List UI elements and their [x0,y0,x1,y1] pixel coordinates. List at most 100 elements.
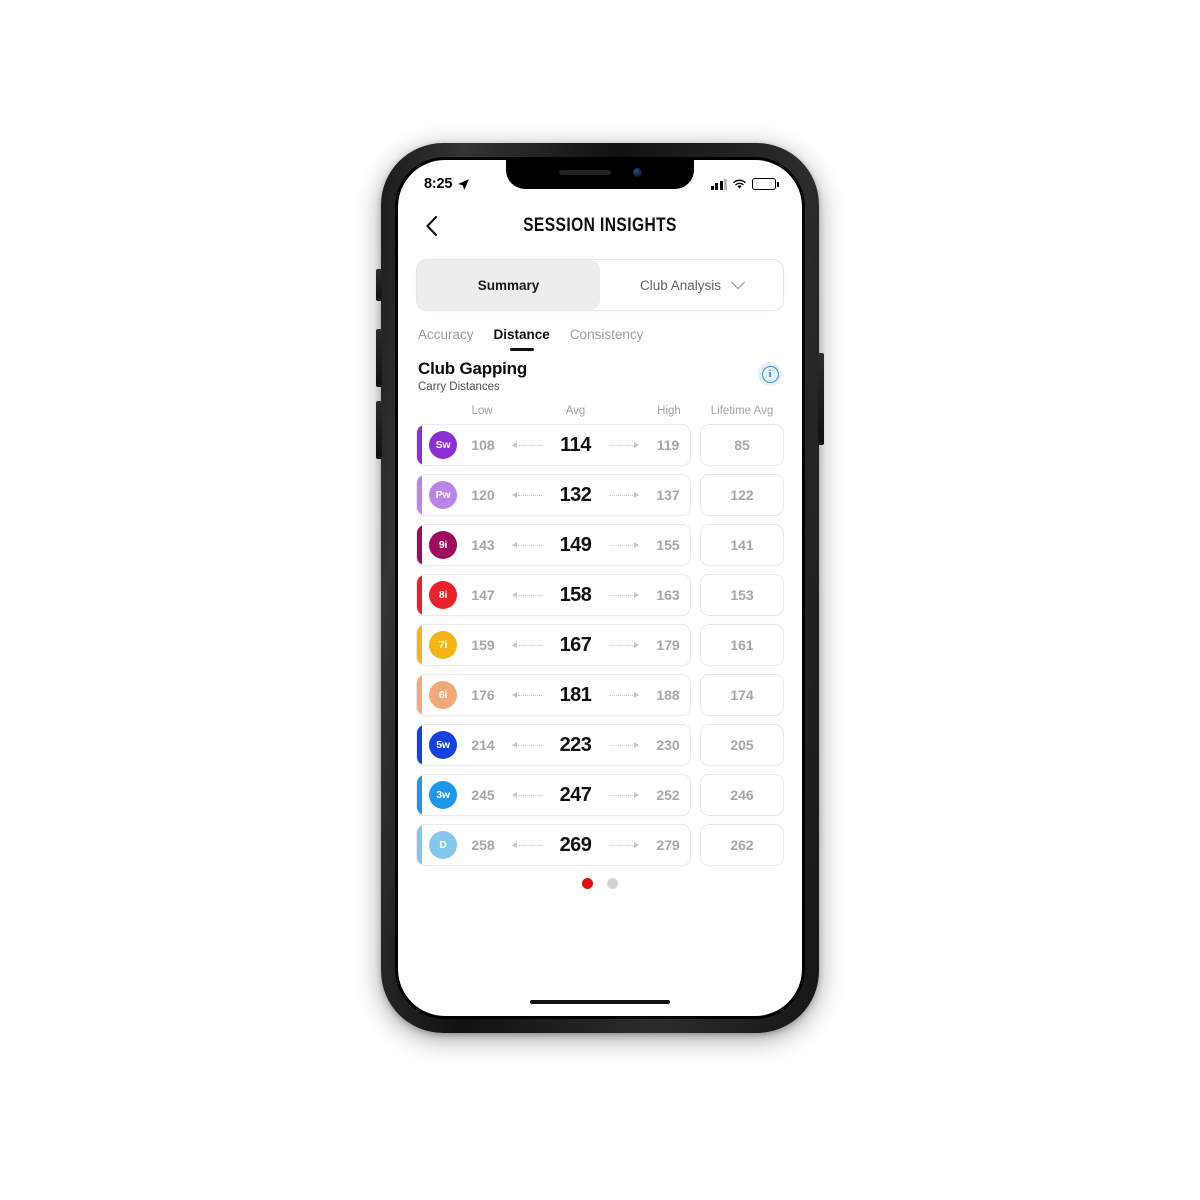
club-row-card[interactable]: 9i 143 149 155 [416,524,691,566]
club-badge: 7i [429,631,457,659]
column-header-avg: Avg [565,405,586,417]
segment-club-analysis-label: Club Analysis [639,277,722,293]
arrow-left-cell [505,425,549,465]
club-row-card[interactable]: Sw 108 114 119 [416,424,691,466]
arrow-left-cell [505,675,549,715]
value-high: 179 [656,637,680,653]
lifetime-avg-card[interactable]: 122 [700,474,784,516]
lifetime-avg-card[interactable]: 141 [700,524,784,566]
arrow-right-icon [609,792,640,798]
value-avg: 181 [559,683,592,706]
tab-accuracy[interactable]: Accuracy [418,327,474,351]
value-low: 176 [471,687,495,703]
view-mode-segmented-control[interactable]: Summary Club Analysis [416,259,784,311]
club-row-card[interactable]: Pw 120 132 137 [416,474,691,516]
nav-header: SESSION INSIGHTS [398,202,802,250]
page-title: SESSION INSIGHTS [523,215,677,236]
arrow-right-icon [609,742,640,748]
value-high: 279 [656,837,680,853]
value-low: 245 [471,787,495,803]
tab-consistency[interactable]: Consistency [570,327,644,351]
table-row: D 258 269 279 262 [416,824,784,866]
arrow-left-cell [505,825,549,865]
section-title: Club Gapping [418,359,528,378]
arrow-left-icon [511,592,542,598]
silent-switch-button[interactable] [376,269,382,301]
club-row-card[interactable]: 6i 176 181 188 [416,674,691,716]
club-badge: 5w [429,731,457,759]
lifetime-avg-card[interactable]: 262 [700,824,784,866]
location-arrow-icon [458,178,470,190]
arrow-right-cell [603,675,647,715]
info-icon-glyph: i [761,365,779,383]
table-row: 9i 143 149 155 141 [416,524,784,566]
arrow-left-icon [511,542,542,548]
table-row: 3w 245 247 252 246 [416,774,784,816]
club-badge: 6i [429,681,457,709]
club-row-card[interactable]: 5w 214 223 230 [416,724,691,766]
lifetime-avg-card[interactable]: 153 [700,574,784,616]
club-row-card[interactable]: 7i 159 167 179 [416,624,691,666]
phone-screen: 8:25 SESSION INSIGHTS Summary Club Analy… [398,160,802,1016]
info-icon[interactable]: i [758,362,782,386]
club-row-card[interactable]: 8i 147 158 163 [416,574,691,616]
value-avg: 149 [559,533,592,556]
tab-distance[interactable]: Distance [494,327,550,351]
value-low: 214 [471,737,495,753]
volume-down-button[interactable] [376,401,382,459]
arrow-right-cell [603,525,647,565]
metric-sub-tabs[interactable]: Accuracy Distance Consistency [398,311,802,351]
table-row: Sw 108 114 119 85 [416,424,784,466]
arrow-left-icon [511,742,542,748]
notch [506,160,694,189]
arrow-right-icon [609,592,640,598]
lifetime-avg-card[interactable]: 205 [700,724,784,766]
club-badge: Sw [429,431,457,459]
row-accent-bar [417,825,422,865]
section-header-text: Club Gapping Carry Distances [418,359,527,393]
column-header-lifetime-avg: Lifetime Avg [710,405,774,417]
table-row: 5w 214 223 230 205 [416,724,784,766]
value-avg: 167 [559,633,592,656]
arrow-right-icon [609,442,640,448]
value-low: 147 [471,587,495,603]
home-indicator[interactable] [530,999,670,1004]
segment-summary[interactable]: Summary [417,260,600,310]
arrow-left-icon [511,492,542,498]
lifetime-avg-card[interactable]: 246 [700,774,784,816]
value-low: 159 [471,637,495,653]
table-row: 6i 176 181 188 174 [416,674,784,716]
lifetime-avg-card[interactable]: 174 [700,674,784,716]
value-high: 119 [656,437,680,453]
arrow-left-cell [505,775,549,815]
arrow-right-icon [609,492,640,498]
club-badge: D [429,831,457,859]
lifetime-avg-card[interactable]: 161 [700,624,784,666]
page-dot-1[interactable] [582,878,593,889]
club-row-card[interactable]: D 258 269 279 [416,824,691,866]
row-accent-bar [417,425,422,465]
power-button[interactable] [818,353,824,445]
page-dot-2[interactable] [607,878,618,889]
arrow-right-cell [603,575,647,615]
club-badge: 9i [429,531,457,559]
arrow-left-cell [505,725,549,765]
club-gapping-table: Low Avg High Lifetime Avg Sw 108 114 119 85 P… [398,393,802,866]
segment-summary-label: Summary [477,277,540,293]
lifetime-avg-card[interactable]: 85 [700,424,784,466]
row-accent-bar [417,775,422,815]
row-accent-bar [417,475,422,515]
value-high: 137 [656,487,680,503]
section-header: Club Gapping Carry Distances i [398,351,802,393]
chevron-down-icon [730,275,746,290]
arrow-right-cell [603,475,647,515]
phone-device-frame: 8:25 SESSION INSIGHTS Summary Club Analy… [376,143,824,1033]
value-low: 120 [471,487,495,503]
value-high: 230 [656,737,680,753]
page-dots[interactable] [398,878,802,889]
value-avg: 247 [559,783,592,806]
volume-up-button[interactable] [376,329,382,387]
column-header-low: Low [471,405,493,417]
club-row-card[interactable]: 3w 245 247 252 [416,774,691,816]
segment-club-analysis[interactable]: Club Analysis [600,260,783,310]
